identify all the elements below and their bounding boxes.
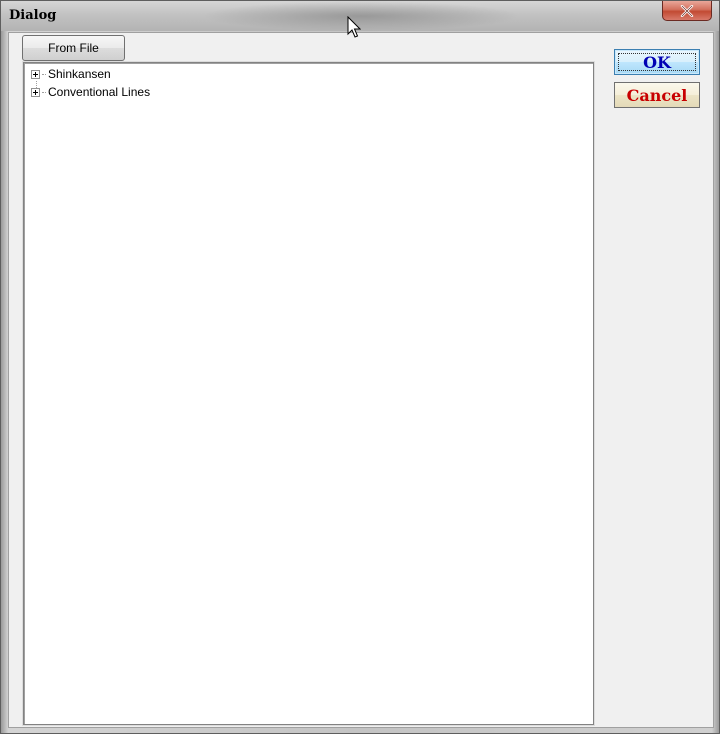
- from-file-button[interactable]: From File: [22, 35, 125, 61]
- dialog-client-area: From File Shinkansen Conventional Lines …: [8, 32, 714, 728]
- cancel-button-label: Cancel: [626, 85, 688, 105]
- focus-rectangle: [618, 53, 696, 71]
- tree-view[interactable]: Shinkansen Conventional Lines: [22, 61, 595, 726]
- tree-item-label: Conventional Lines: [48, 85, 151, 99]
- tree-connector: [42, 73, 46, 75]
- tree-item-shinkansen[interactable]: Shinkansen: [31, 66, 111, 82]
- window-title: Dialog: [9, 8, 57, 23]
- tree-item-conventional-lines[interactable]: Conventional Lines: [31, 84, 150, 100]
- tree-connector: [42, 91, 46, 93]
- close-icon: [680, 4, 694, 17]
- close-button[interactable]: [662, 1, 712, 21]
- plus-expand-icon[interactable]: [31, 87, 40, 97]
- tree-item-label: Shinkansen: [48, 67, 111, 81]
- dialog-window: Dialog From File Shinkansen Conventional…: [0, 0, 720, 734]
- cancel-button[interactable]: Cancel: [614, 82, 700, 108]
- mouse-pointer-icon: [347, 16, 361, 38]
- ok-button[interactable]: OK: [614, 49, 700, 75]
- plus-expand-icon[interactable]: [31, 69, 40, 79]
